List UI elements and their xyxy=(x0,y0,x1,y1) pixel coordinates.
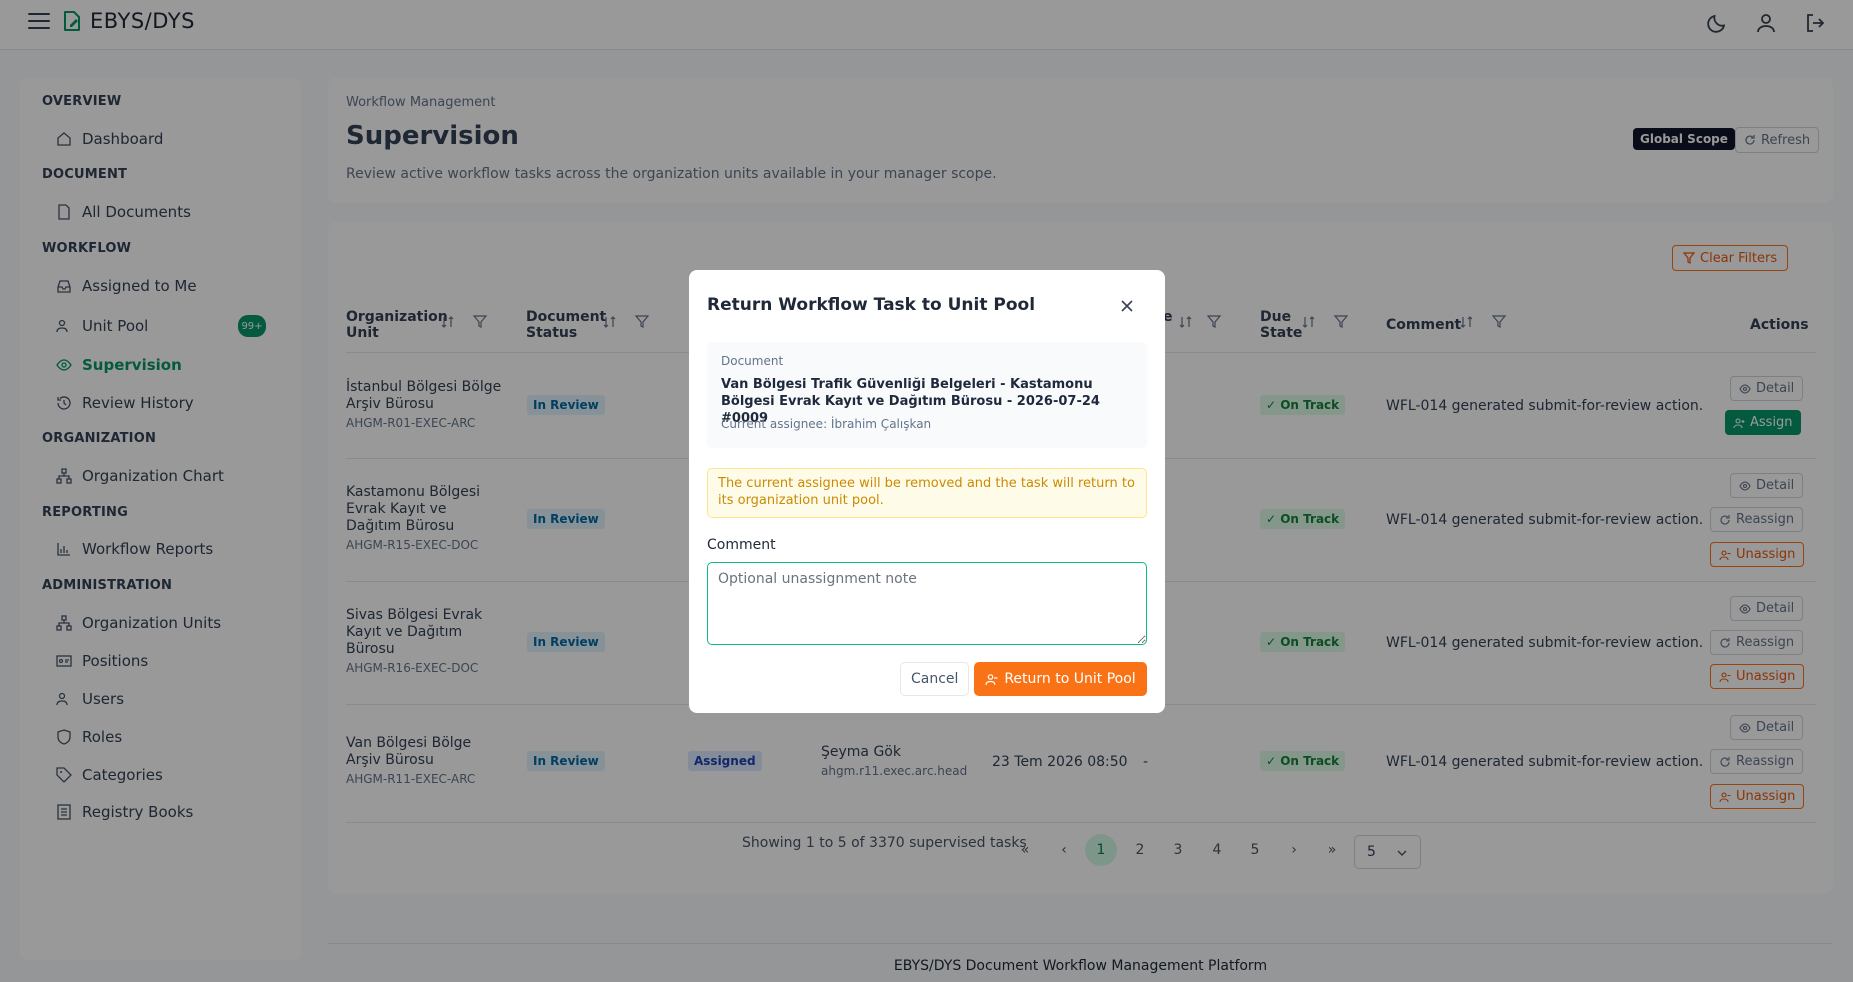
close-icon[interactable] xyxy=(1119,298,1135,314)
return-label: Return to Unit Pool xyxy=(1004,671,1136,687)
return-to-unit-pool-button[interactable]: Return to Unit Pool xyxy=(974,662,1147,696)
comment-label: Comment xyxy=(707,537,776,553)
document-info-box: Document Van Bölgesi Trafik Güvenliği Be… xyxy=(707,342,1147,448)
comment-textarea[interactable] xyxy=(707,562,1147,645)
cancel-button[interactable]: Cancel xyxy=(900,662,970,696)
warning-message: The current assignee will be removed and… xyxy=(707,468,1147,518)
return-to-pool-dialog: Return Workflow Task to Unit Pool Docume… xyxy=(689,270,1165,713)
document-label: Document xyxy=(721,354,784,368)
dialog-title: Return Workflow Task to Unit Pool xyxy=(707,295,1036,315)
user-minus-icon xyxy=(985,673,998,685)
current-assignee: Current assignee: İbrahim Çalışkan xyxy=(721,417,932,431)
